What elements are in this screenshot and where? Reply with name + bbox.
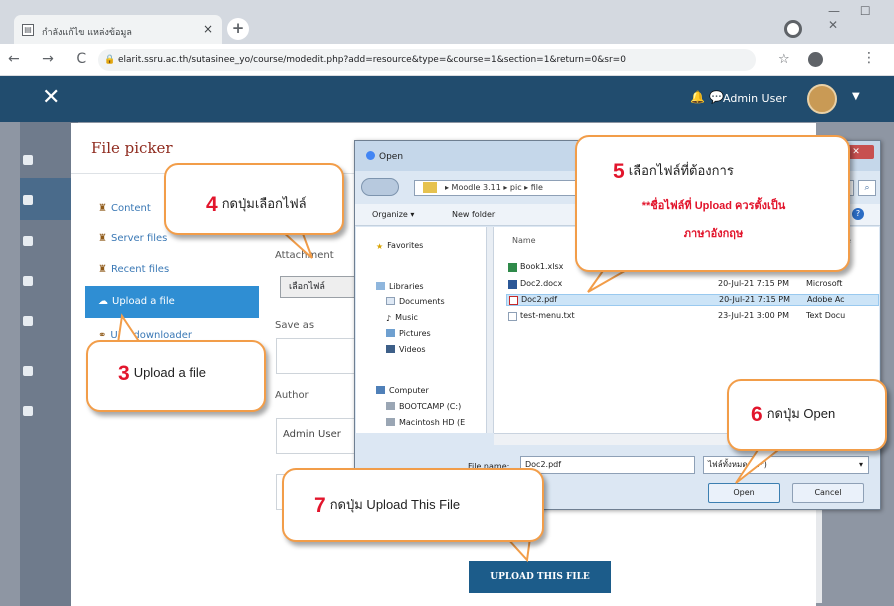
callout-step-4: 4 กดปุ่มเลือกไฟล์ bbox=[164, 163, 344, 235]
nav-libraries[interactable]: Libraries bbox=[376, 282, 424, 291]
new-folder-button[interactable]: New folder bbox=[452, 210, 495, 219]
account-icon[interactable] bbox=[808, 52, 823, 67]
pane-scrollbar[interactable] bbox=[486, 227, 494, 433]
nav-macintosh-drive[interactable]: Macintosh HD (E bbox=[386, 418, 465, 427]
callout-step-6: 6 กดปุ่ม Open bbox=[727, 379, 887, 451]
save-as-label: Save as bbox=[275, 320, 315, 331]
file-picker-title: File picker bbox=[91, 139, 173, 157]
help-icon[interactable]: ? bbox=[852, 208, 864, 220]
drawer-files-icon[interactable] bbox=[23, 276, 33, 286]
documents-icon bbox=[386, 297, 395, 305]
lock-icon: 🔒 bbox=[104, 55, 116, 65]
bookmark-star-icon[interactable]: ☆ bbox=[778, 52, 790, 67]
repo-server-files[interactable]: ♜ Server files bbox=[98, 233, 167, 244]
notification-bell-icon[interactable]: 🔔 bbox=[690, 90, 705, 104]
author-label: Author bbox=[275, 390, 309, 401]
search-icon[interactable]: ⌕ bbox=[858, 180, 876, 196]
pictures-icon bbox=[386, 329, 395, 337]
repo-content[interactable]: ♜ Content bbox=[98, 203, 151, 214]
repository-icon: ♜ bbox=[98, 233, 107, 244]
folder-icon bbox=[423, 182, 437, 193]
messages-icon[interactable]: 💬 bbox=[709, 90, 724, 104]
library-icon bbox=[376, 282, 385, 290]
nav-bootcamp-drive[interactable]: BOOTCAMP (C:) bbox=[386, 402, 461, 411]
new-tab-button[interactable]: + bbox=[227, 18, 249, 40]
navigation-buttons[interactable]: ← → C bbox=[8, 51, 95, 67]
window-controls[interactable]: — ☐ ✕ bbox=[828, 4, 894, 32]
nav-videos[interactable]: Videos bbox=[386, 345, 426, 354]
cancel-button[interactable]: Cancel bbox=[792, 483, 864, 503]
chevron-down-icon: ▾ bbox=[858, 460, 863, 469]
upload-this-file-button[interactable]: UPLOAD THIS FILE bbox=[469, 561, 611, 593]
drive-icon bbox=[386, 402, 395, 410]
column-header-name[interactable]: Name bbox=[512, 236, 536, 245]
excel-file-icon bbox=[508, 263, 517, 272]
text-file-icon bbox=[508, 312, 517, 321]
drawer-calendar-icon[interactable] bbox=[23, 236, 33, 246]
tab-close-icon[interactable]: × bbox=[203, 22, 213, 36]
open-dialog-title: Open bbox=[366, 151, 403, 162]
nav-favorites[interactable]: ★ Favorites bbox=[376, 241, 423, 251]
computer-icon bbox=[376, 386, 385, 394]
repo-recent-files[interactable]: ♜ Recent files bbox=[98, 264, 169, 275]
callout-step-7: 7 กดปุ่ม Upload This File bbox=[282, 468, 544, 542]
user-menu-caret-icon[interactable]: ▼ bbox=[852, 91, 860, 102]
repository-icon: ♜ bbox=[98, 203, 107, 214]
videos-icon bbox=[386, 345, 395, 353]
drawer-dashboard-icon[interactable] bbox=[23, 155, 33, 165]
chrome-icon bbox=[366, 151, 375, 160]
music-icon: ♪ bbox=[386, 314, 392, 323]
browser-tab[interactable]: ▤ กำลังแก้ไข แหล่งข้อมูล × bbox=[14, 15, 222, 45]
upload-icon: ☁ bbox=[98, 296, 108, 307]
drawer-add-block-icon[interactable] bbox=[23, 406, 33, 416]
user-avatar[interactable] bbox=[807, 84, 837, 114]
back-forward-buttons[interactable] bbox=[361, 178, 399, 196]
file-row[interactable]: test-menu.txt 23-Jul-21 3:00 PM Text Doc… bbox=[506, 311, 879, 323]
user-name[interactable]: Admin User bbox=[723, 92, 787, 105]
callout-step-3: 3 Upload a file bbox=[86, 340, 266, 412]
pdf-file-icon bbox=[509, 296, 518, 305]
url-text: elarit.ssru.ac.th/sutasinee_yo/course/mo… bbox=[118, 55, 626, 65]
file-row-selected[interactable]: Doc2.pdf 20-Jul-21 7:15 PM Adobe Ac bbox=[506, 294, 879, 306]
attachment-label: Attachment bbox=[275, 250, 334, 261]
save-as-input[interactable] bbox=[276, 338, 358, 374]
nav-documents[interactable]: Documents bbox=[386, 297, 445, 306]
author-input[interactable]: Admin User bbox=[276, 418, 358, 454]
tab-title: กำลังแก้ไข แหล่งข้อมูล bbox=[42, 28, 132, 38]
drive-icon bbox=[386, 418, 395, 426]
chrome-profile-icon[interactable] bbox=[784, 20, 802, 38]
drawer-content-bank-icon[interactable] bbox=[23, 316, 33, 326]
nav-computer[interactable]: Computer bbox=[376, 386, 429, 395]
repository-icon: ♜ bbox=[98, 264, 107, 275]
chrome-menu-icon[interactable]: ⋮ bbox=[862, 50, 876, 66]
nav-pictures[interactable]: Pictures bbox=[386, 329, 431, 338]
close-drawer-icon[interactable]: ✕ bbox=[42, 85, 60, 110]
drawer-admin-icon[interactable] bbox=[23, 366, 33, 376]
file-type-select[interactable]: ไฟล์ทั้งหมด (*.*) ▾ bbox=[703, 456, 869, 474]
word-file-icon bbox=[508, 280, 517, 289]
drawer-home-icon[interactable] bbox=[23, 195, 33, 205]
star-icon: ★ bbox=[376, 242, 384, 251]
callout-step-5: 5 เลือกไฟล์ที่ต้องการ **ชื่อไฟล์ที่ Uploa… bbox=[575, 135, 850, 272]
file-name-input[interactable]: Doc2.pdf bbox=[520, 456, 695, 474]
page-favicon-icon: ▤ bbox=[22, 24, 34, 36]
choose-file-button[interactable]: เลือกไฟล์ bbox=[280, 276, 356, 298]
url-field[interactable]: 🔒 elarit.ssru.ac.th/sutasinee_yo/course/… bbox=[98, 49, 756, 71]
nav-music[interactable]: ♪ Music bbox=[386, 313, 418, 323]
organize-button[interactable]: Organize ▾ bbox=[372, 210, 414, 219]
file-row[interactable]: Doc2.docx 20-Jul-21 7:15 PM Microsoft bbox=[506, 279, 879, 291]
repo-upload-file[interactable]: ☁ Upload a file bbox=[98, 296, 175, 307]
open-button[interactable]: Open bbox=[708, 483, 780, 503]
